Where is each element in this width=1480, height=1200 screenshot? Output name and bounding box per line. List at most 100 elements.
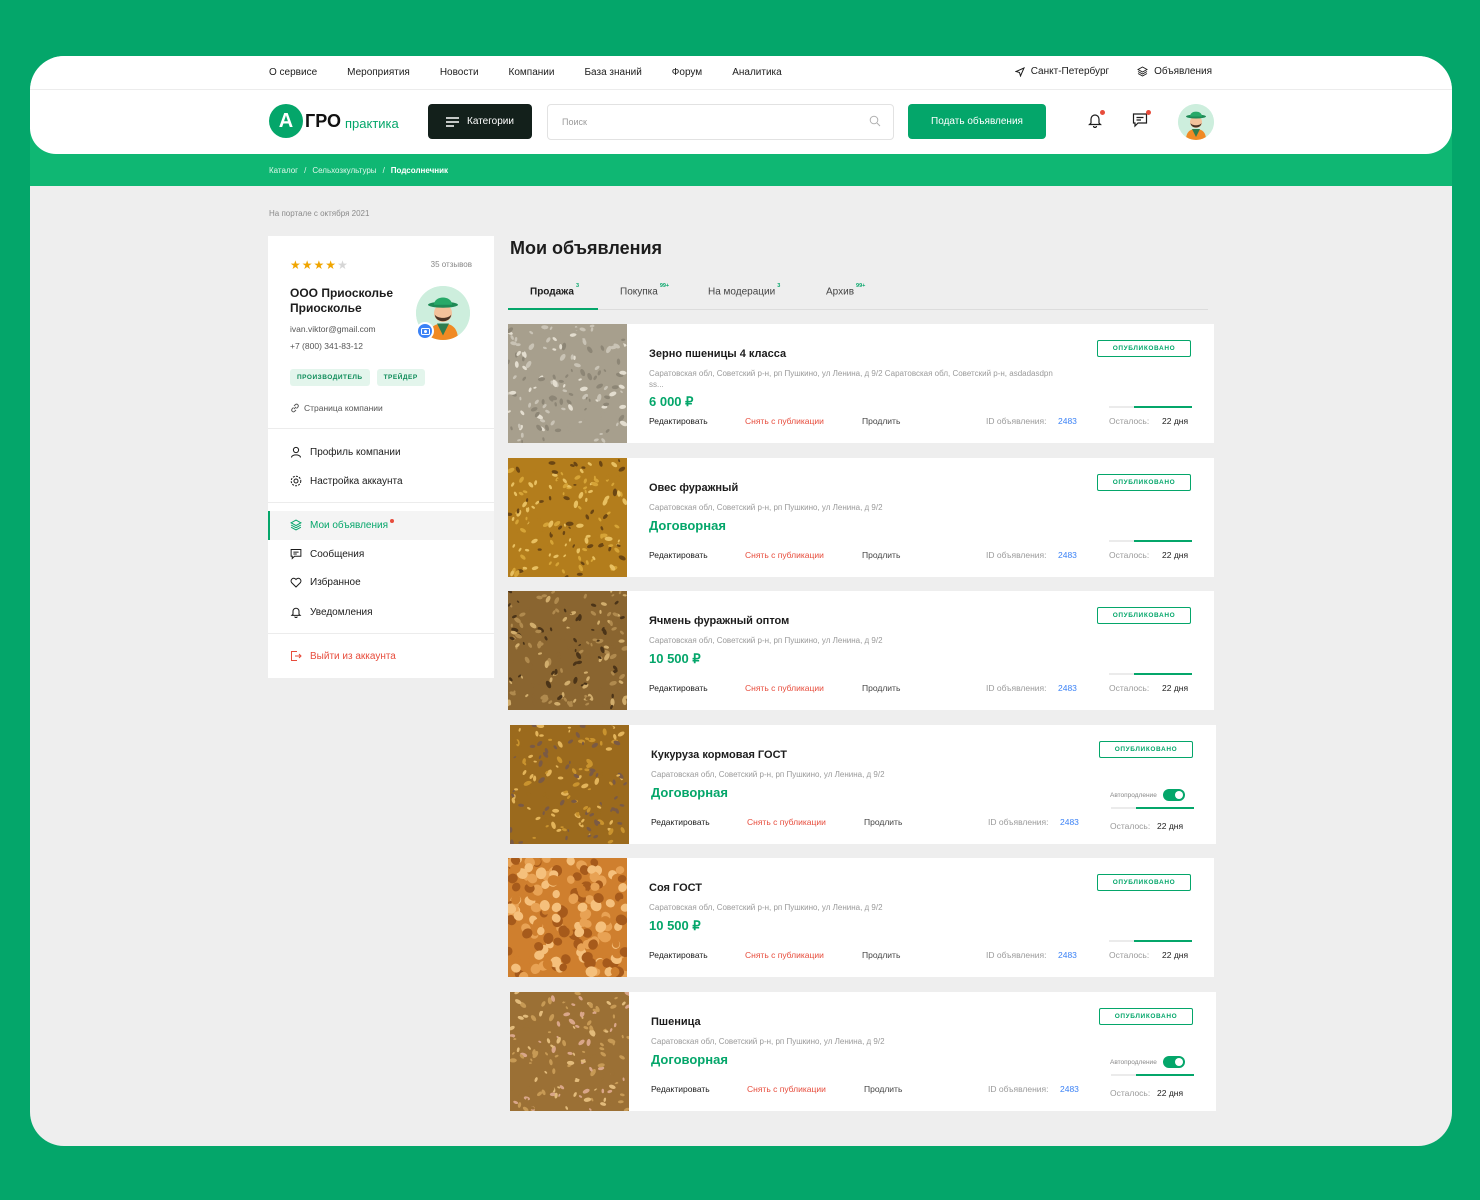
company-page-link[interactable]: Страница компании: [290, 403, 383, 413]
status-badge: ОПУБЛИКОВАНО: [1099, 1008, 1193, 1025]
edit-button[interactable]: Редактировать: [649, 683, 708, 693]
menu-account-settings[interactable]: Настройка аккаунта: [290, 475, 403, 487]
categories-button[interactable]: Категории: [428, 104, 532, 139]
company-email: ivan.viktor@gmail.com: [290, 324, 376, 334]
listing-price: 10 500 ₽: [649, 651, 701, 666]
listing-id[interactable]: 2483: [1060, 817, 1079, 827]
listing-photo[interactable]: [508, 324, 627, 443]
nav-about[interactable]: О сервисе: [269, 67, 317, 78]
time-left-label: Осталось:: [1109, 683, 1150, 693]
post-ad-button[interactable]: Подать объявления: [908, 104, 1046, 139]
listing-id[interactable]: 2483: [1060, 1084, 1079, 1094]
unpublish-button[interactable]: Снять с публикации: [745, 950, 824, 960]
autorenew-label: Автопродление: [1110, 791, 1157, 799]
search-icon[interactable]: [869, 115, 881, 127]
edit-button[interactable]: Редактировать: [649, 950, 708, 960]
unpublish-button[interactable]: Снять с публикации: [745, 416, 824, 426]
listing-photo[interactable]: [508, 591, 627, 710]
change-photo-button[interactable]: [416, 322, 434, 340]
autorenew-toggle[interactable]: [1162, 789, 1185, 801]
listing-id[interactable]: 2483: [1058, 950, 1077, 960]
listing-photo[interactable]: [508, 458, 627, 577]
extend-button[interactable]: Продлить: [862, 416, 900, 426]
extend-button[interactable]: Продлить: [862, 550, 900, 560]
tag-trader: ТРЕЙДЕР: [376, 369, 425, 386]
listing-address: Саратовская обл, Советский р-н, рп Пушки…: [649, 369, 1053, 389]
listing-title[interactable]: Овес фуражный: [649, 482, 738, 494]
logo[interactable]: А ГРО практика: [269, 104, 399, 138]
top-right: Санкт-Петербург Объявления: [1014, 66, 1212, 77]
unpublish-button[interactable]: Снять с публикации: [747, 817, 826, 827]
extend-button[interactable]: Продлить: [862, 683, 900, 693]
notifications-button[interactable]: [1088, 110, 1105, 133]
edit-button[interactable]: Редактировать: [651, 1084, 710, 1094]
edit-button[interactable]: Редактировать: [651, 817, 710, 827]
listing-card: Овес фуражный Саратовская обл, Советский…: [508, 458, 1214, 577]
edit-button[interactable]: Редактировать: [649, 416, 708, 426]
listing-card: Зерно пшеницы 4 класса Саратовская обл, …: [508, 324, 1214, 443]
nav-knowledge[interactable]: База знаний: [584, 67, 641, 78]
time-left-label: Осталось:: [1109, 950, 1150, 960]
listing-title[interactable]: Пшеница: [651, 1016, 701, 1028]
time-left-fill: [1133, 673, 1192, 675]
listing-address: Саратовская обл, Советский р-н, рп Пушки…: [649, 636, 883, 645]
tab-count: 3: [777, 283, 781, 289]
menu-my-ads[interactable]: Мои объявления: [290, 519, 394, 531]
listing-photo[interactable]: [508, 858, 627, 977]
menu-favorites[interactable]: Избранное: [290, 577, 361, 588]
unpublish-button[interactable]: Снять с публикации: [747, 1084, 826, 1094]
breadcrumb-catalog[interactable]: Каталог: [269, 166, 298, 175]
reviews-count[interactable]: 35 отзывов: [431, 260, 472, 269]
tab-archive[interactable]: Архив99+: [826, 283, 865, 297]
unpublish-button[interactable]: Снять с публикации: [745, 683, 824, 693]
listing-title[interactable]: Зерно пшеницы 4 класса: [649, 348, 786, 360]
breadcrumb-crops[interactable]: Сельхозкультуры: [312, 166, 376, 175]
autorenew-toggle[interactable]: [1162, 1056, 1185, 1068]
menu-company-profile[interactable]: Профиль компании: [290, 446, 401, 458]
extend-button[interactable]: Продлить: [864, 1084, 902, 1094]
menu-notifications[interactable]: Уведомления: [290, 606, 373, 618]
listing-address: Саратовская обл, Советский р-н, рп Пушки…: [649, 503, 883, 512]
unpublish-button[interactable]: Снять с публикации: [745, 550, 824, 560]
listing-title[interactable]: Кукуруза кормовая ГОСТ: [651, 749, 787, 761]
nav-events[interactable]: Мероприятия: [347, 67, 410, 78]
gear-icon: [290, 475, 302, 487]
city-selector[interactable]: Санкт-Петербург: [1014, 66, 1109, 77]
ads-link[interactable]: Объявления: [1137, 66, 1212, 77]
company-name: ООО Приосколье Приосколье: [290, 286, 394, 315]
tab-purchase[interactable]: Покупка99+: [620, 283, 669, 297]
listing-id[interactable]: 2483: [1058, 416, 1077, 426]
notification-dot: [1100, 110, 1105, 115]
menu-messages[interactable]: Сообщения: [290, 548, 364, 560]
status-badge: ОПУБЛИКОВАНО: [1097, 874, 1191, 891]
listing-photo[interactable]: [510, 725, 629, 844]
menu-label: Избранное: [310, 577, 361, 588]
logout-icon: [291, 651, 302, 661]
extend-button[interactable]: Продлить: [862, 950, 900, 960]
listing-photo[interactable]: [510, 992, 629, 1111]
listing-card: Соя ГОСТ Саратовская обл, Советский р-н,…: [508, 858, 1214, 977]
nav-analytics[interactable]: Аналитика: [732, 67, 782, 78]
user-avatar[interactable]: [1178, 104, 1214, 140]
messages-button[interactable]: [1132, 110, 1151, 133]
nav-forum[interactable]: Форум: [672, 67, 702, 78]
star-icon: ★: [325, 258, 337, 272]
tab-moderation[interactable]: На модерации3: [708, 283, 781, 297]
listing-id[interactable]: 2483: [1058, 683, 1077, 693]
menu-logout[interactable]: Выйти из аккаунта: [290, 650, 396, 662]
tab-count: 3: [575, 283, 580, 289]
search-input[interactable]: [548, 105, 848, 139]
listing-id-label: ID объявления:: [988, 817, 1049, 827]
extend-button[interactable]: Продлить: [864, 817, 902, 827]
listing-address: Саратовская обл, Советский р-н, рп Пушки…: [651, 770, 885, 779]
link-icon: [291, 403, 299, 413]
listing-id[interactable]: 2483: [1058, 550, 1077, 560]
nav-companies[interactable]: Компании: [509, 67, 555, 78]
tab-sale[interactable]: Продажа3: [530, 283, 580, 297]
edit-button[interactable]: Редактировать: [649, 550, 708, 560]
nav-news[interactable]: Новости: [440, 67, 479, 78]
header: О сервисе Мероприятия Новости Компании Б…: [30, 56, 1452, 154]
app-frame: Каталог / Сельхозкультуры / Подсолнечник О…: [30, 56, 1452, 1146]
listing-title[interactable]: Ячмень фуражный оптом: [649, 615, 789, 627]
listing-title[interactable]: Соя ГОСТ: [649, 882, 702, 894]
